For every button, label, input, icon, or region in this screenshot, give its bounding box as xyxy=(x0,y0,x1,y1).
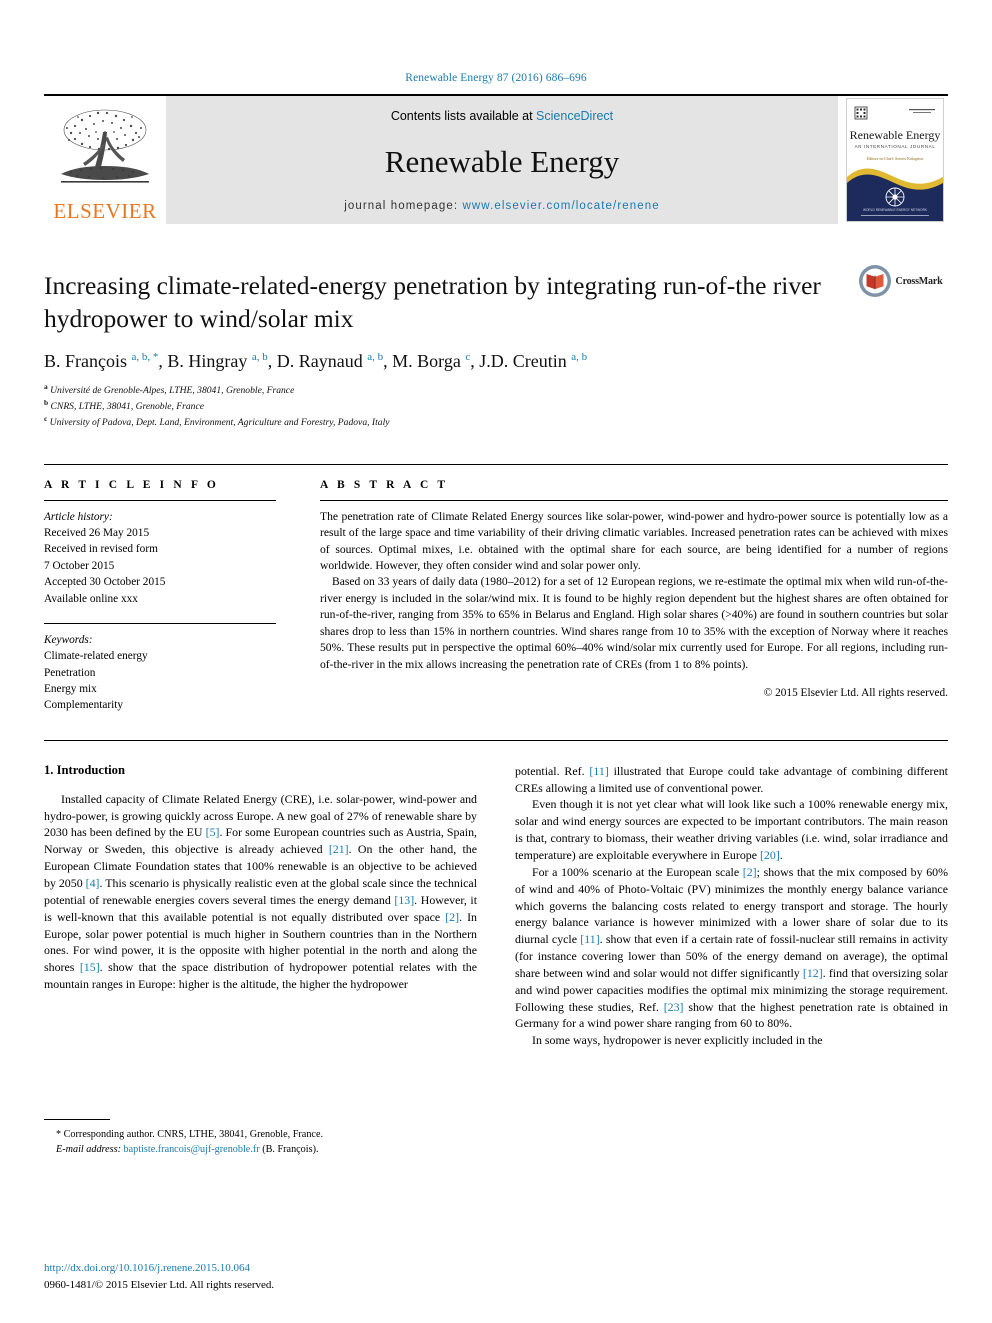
sciencedirect-link[interactable]: ScienceDirect xyxy=(536,109,613,123)
abstract-rule xyxy=(320,499,948,501)
running-head: Renewable Energy 87 (2016) 686–696 xyxy=(405,72,587,84)
journal-title: Renewable Energy xyxy=(384,144,620,179)
svg-text:Editors-in-Chief: Soteris Kalo: Editors-in-Chief: Soteris Kalogirou xyxy=(867,156,924,161)
journal-homepage-line: journal homepage: www.elsevier.com/locat… xyxy=(344,200,660,212)
intro-paragraph-right-3: For a 100% scenario at the European scal… xyxy=(515,864,949,1031)
journal-masthead: ELSEVIER Contents lists available at Sci… xyxy=(44,94,948,224)
citation-link[interactable]: [4] xyxy=(86,876,100,890)
author-list: B. François a, b, *, B. Hingray a, b, D.… xyxy=(44,351,588,372)
keyword-item: Complementarity xyxy=(44,699,124,712)
article-history-item: Received 26 May 2015 xyxy=(44,527,150,540)
title-block: CrossMark Increasing climate-related-ene… xyxy=(44,265,948,430)
citation-link[interactable]: [5] xyxy=(206,825,220,839)
article-history-item: 7 October 2015 xyxy=(44,559,115,572)
citation-link[interactable]: [12] xyxy=(803,966,823,980)
intro-paragraph-right-4: In some ways, hydropower is never explic… xyxy=(532,1033,823,1048)
crossmark-icon xyxy=(858,265,891,297)
keywords-rule xyxy=(44,622,276,624)
svg-text:AN INTERNATIONAL JOURNAL: AN INTERNATIONAL JOURNAL xyxy=(854,144,935,149)
article-history-list: Received 26 May 2015 Received in revised … xyxy=(44,525,276,607)
citation-link[interactable]: [2] xyxy=(743,865,757,879)
abstract-column: A B S T R A C T The penetration rate of … xyxy=(320,479,948,714)
intro-paragraph-right-1: potential. Ref. [11] illustrated that Eu… xyxy=(515,763,948,795)
footnote-block: * Corresponding author. CNRS, LTHE, 3804… xyxy=(44,1119,477,1158)
contents-prefix: Contents lists available at xyxy=(390,109,537,123)
info-abstract-section: A R T I C L E I N F O Article history: R… xyxy=(44,463,948,714)
article-history-item: Available online xxx xyxy=(44,592,138,605)
footnote-email-label: E-mail address: xyxy=(56,1144,121,1156)
keywords-list: Climate-related energy Penetration Energy … xyxy=(44,648,276,714)
homepage-url-link[interactable]: www.elsevier.com/locate/renene xyxy=(462,200,659,212)
article-info-heading: A R T I C L E I N F O xyxy=(44,478,219,491)
affiliation-line: c University of Padova, Dept. Land, Envi… xyxy=(44,413,390,429)
article-history-item: Accepted 30 October 2015 xyxy=(44,576,166,589)
footnote-email-link[interactable]: baptiste.francois@ujf-grenoble.fr xyxy=(124,1144,260,1155)
elsevier-logo: ELSEVIER xyxy=(44,96,166,224)
abstract-copyright: © 2015 Elsevier Ltd. All rights reserved… xyxy=(763,687,948,700)
svg-text:Renewable Energy: Renewable Energy xyxy=(850,128,941,142)
crossmark-label: CrossMark xyxy=(895,275,943,287)
citation-link[interactable]: [15] xyxy=(80,960,100,974)
keyword-item: Climate-related energy xyxy=(44,650,148,663)
article-history-item: Received in revised form xyxy=(44,543,158,556)
journal-cover-thumbnail: Renewable Energy AN INTERNATIONAL JOURNA… xyxy=(842,96,948,224)
footnote-email-suffix: (B. François). xyxy=(262,1144,319,1156)
affiliation-list: a Université de Grenoble-Alpes, LTHE, 38… xyxy=(44,382,948,429)
body-column-left: 1. Introduction Installed capacity of Cl… xyxy=(44,763,477,1158)
page-title: Increasing climate-related-energy penetr… xyxy=(44,271,821,333)
abstract-paragraph-1: The penetration rate of Climate Related … xyxy=(320,509,948,572)
doi-block: http://dx.doi.org/10.1016/j.renene.2015.… xyxy=(44,1260,274,1293)
citation-link[interactable]: [2] xyxy=(445,910,459,924)
contents-available-line: Contents lists available at ScienceDirec… xyxy=(391,109,613,123)
abstract-heading: A B S T R A C T xyxy=(320,478,449,491)
elsevier-wordmark: ELSEVIER xyxy=(53,199,157,223)
body-columns: 1. Introduction Installed capacity of Cl… xyxy=(44,763,948,1158)
intro-paragraph-right-2: Even though it is not yet clear what wil… xyxy=(515,797,948,862)
masthead-center: Contents lists available at ScienceDirec… xyxy=(166,96,838,224)
citation-link[interactable]: [13] xyxy=(394,893,414,907)
article-history-label: Article history: xyxy=(44,510,113,523)
citation-link[interactable]: [11] xyxy=(580,932,599,946)
keyword-item: Energy mix xyxy=(44,683,97,696)
article-info-column: A R T I C L E I N F O Article history: R… xyxy=(44,479,276,714)
issn-copyright-line: 0960-1481/© 2015 Elsevier Ltd. All right… xyxy=(44,1278,275,1291)
citation-link[interactable]: [20] xyxy=(760,848,780,862)
homepage-prefix: journal homepage: xyxy=(344,200,463,212)
citation-link[interactable]: [23] xyxy=(664,1000,684,1014)
citation-link[interactable]: [11] xyxy=(589,764,608,778)
journal-cover-image: Renewable Energy AN INTERNATIONAL JOURNA… xyxy=(847,99,943,221)
body-column-right: potential. Ref. [11] illustrated that Eu… xyxy=(515,763,948,1158)
intro-paragraph-left-1: Installed capacity of Climate Related En… xyxy=(44,791,478,992)
keywords-label: Keywords: xyxy=(44,633,93,646)
footnote-email-line: E-mail address: baptiste.francois@ujf-gr… xyxy=(44,1142,477,1157)
abstract-paragraph-2: Based on 33 years of daily data (1980–20… xyxy=(320,575,948,671)
footnote-corresponding-author: * Corresponding author. CNRS, LTHE, 3804… xyxy=(56,1129,324,1141)
affiliation-line: b CNRS, LTHE, 38041, Grenoble, France xyxy=(44,398,204,413)
article-info-rule xyxy=(44,499,276,501)
svg-text:WORLD RENEWABLE ENERGY NETWORK: WORLD RENEWABLE ENERGY NETWORK xyxy=(863,208,928,212)
section-heading-introduction: 1. Introduction xyxy=(44,762,125,777)
doi-link[interactable]: http://dx.doi.org/10.1016/j.renene.2015.… xyxy=(44,1260,274,1277)
paper-page: Renewable Energy 87 (2016) 686–696 ELSEV… xyxy=(0,0,992,1323)
keyword-item: Penetration xyxy=(44,666,96,679)
footnote-rule xyxy=(44,1119,110,1121)
affiliation-line: a Université de Grenoble-Alpes, LTHE, 38… xyxy=(44,382,295,397)
elsevier-tree-icon xyxy=(61,109,149,183)
body-separator-rule xyxy=(44,739,948,741)
citation-link[interactable]: [21] xyxy=(329,842,349,856)
crossmark-badge[interactable]: CrossMark xyxy=(852,264,948,298)
